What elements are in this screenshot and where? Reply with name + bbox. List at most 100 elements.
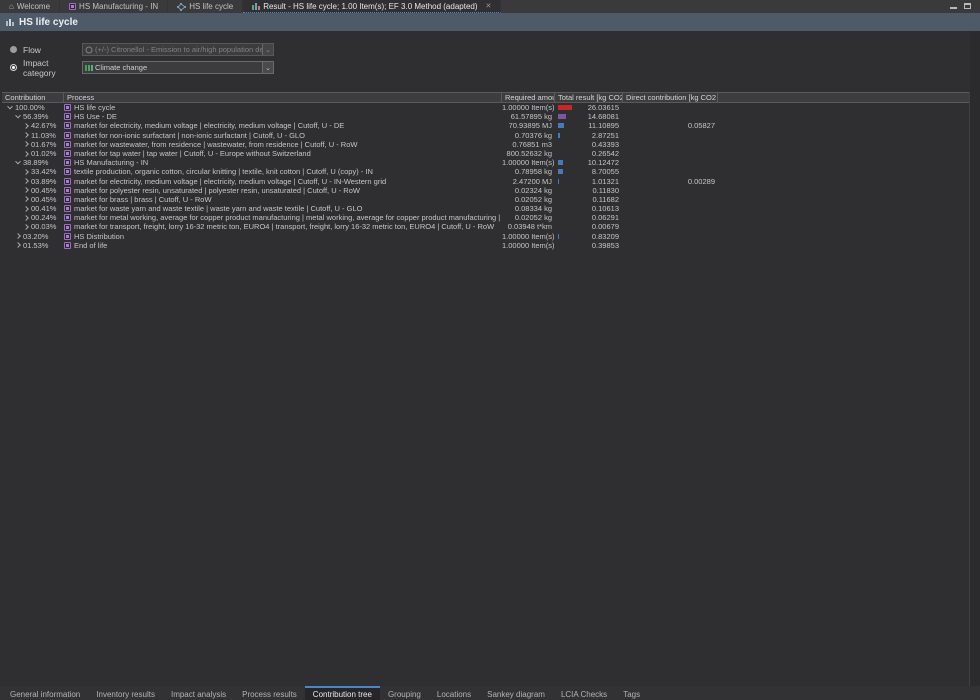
tab-welcome[interactable]: ⌂Welcome bbox=[0, 0, 60, 13]
expand-arrow-icon[interactable] bbox=[23, 215, 29, 221]
expand-arrow-icon[interactable] bbox=[23, 123, 29, 129]
contribution-percent: 33.42% bbox=[31, 167, 56, 176]
column-header-direct-contribution-kg-co2-eq[interactable]: Direct contribution [kg CO2 eq] bbox=[623, 93, 718, 102]
contribution-cell: 42.67% bbox=[2, 121, 64, 130]
expand-arrow-icon[interactable] bbox=[23, 169, 29, 175]
process-icon bbox=[64, 132, 71, 139]
total-result-value: 14.68081 bbox=[588, 112, 619, 121]
tab-hs-life-cycle[interactable]: HS life cycle bbox=[168, 0, 243, 13]
total-result-value: 0.00679 bbox=[592, 222, 619, 231]
bottom-tab-sankey-diagram[interactable]: Sankey diagram bbox=[479, 686, 553, 700]
total-result-cell: 1.01321 bbox=[555, 177, 623, 186]
tab-hs-manufacturing-in[interactable]: HS Manufacturing - IN bbox=[60, 0, 168, 13]
required-amount-cell: 2.47200 MJ bbox=[502, 177, 555, 186]
contribution-cell: 03.89% bbox=[2, 177, 64, 186]
total-result-cell: 10.12472 bbox=[555, 158, 623, 167]
table-row[interactable]: 01.53%End of life1.00000 Item(s)0.39853 bbox=[2, 241, 969, 250]
direct-contribution-cell bbox=[623, 140, 718, 149]
process-cell: HS Distribution bbox=[64, 232, 502, 241]
impact-category-combo[interactable]: Climate change ⌄ bbox=[82, 61, 274, 74]
collapse-arrow-icon[interactable] bbox=[7, 103, 13, 109]
contribution-percent: 01.67% bbox=[31, 140, 56, 149]
process-icon bbox=[64, 233, 71, 240]
process-name: HS life cycle bbox=[74, 103, 115, 112]
process-icon bbox=[64, 104, 71, 111]
bottom-tab-general-information[interactable]: General information bbox=[2, 686, 88, 700]
flow-radio[interactable] bbox=[10, 46, 17, 53]
tab-label: Welcome bbox=[17, 2, 50, 11]
expand-arrow-icon[interactable] bbox=[23, 187, 29, 193]
impact-category-radio[interactable] bbox=[10, 64, 17, 71]
expand-arrow-icon[interactable] bbox=[15, 243, 21, 249]
total-result-value: 0.11830 bbox=[592, 186, 619, 195]
direct-contribution-cell bbox=[623, 103, 718, 112]
table-row[interactable]: 01.02%market for tap water | tap water |… bbox=[2, 149, 969, 158]
process-icon bbox=[64, 150, 71, 157]
impact-category-combo-value: Climate change bbox=[93, 63, 262, 72]
process-name: market for brass | brass | Cutoff, U - R… bbox=[74, 195, 212, 204]
process-icon bbox=[64, 187, 71, 194]
column-header-total-result-kg-co2-eq[interactable]: Total result [kg CO2 eq] bbox=[555, 93, 623, 102]
bottom-tab-inventory-results[interactable]: Inventory results bbox=[88, 686, 163, 700]
collapse-arrow-icon[interactable] bbox=[15, 158, 21, 164]
impact-category-combo-arrow-icon[interactable]: ⌄ bbox=[262, 62, 273, 73]
contribution-percent: 00.45% bbox=[31, 195, 56, 204]
required-amount-cell: 1.00000 Item(s) bbox=[502, 158, 555, 167]
table-row[interactable]: 00.45% market for brass | brass | Cutoff,… bbox=[2, 195, 969, 204]
contribution-percent: 100.00% bbox=[15, 103, 45, 112]
minimize-icon[interactable] bbox=[950, 2, 957, 11]
bottom-tab-impact-analysis[interactable]: Impact analysis bbox=[163, 686, 234, 700]
table-row[interactable]: 00.03%market for transport, freight, lor… bbox=[2, 222, 969, 231]
expand-arrow-icon[interactable] bbox=[23, 132, 29, 138]
direct-contribution-cell bbox=[623, 149, 718, 158]
table-row[interactable]: 11.03%market for non-ionic surfactant | … bbox=[2, 131, 969, 140]
process-icon bbox=[64, 159, 71, 166]
table-row[interactable]: 01.67% market for wastewater, from reside… bbox=[2, 140, 969, 149]
column-header-process[interactable]: Process bbox=[64, 93, 502, 102]
required-amount-cell: 0.02052 kg bbox=[502, 213, 555, 222]
expand-arrow-icon[interactable] bbox=[23, 197, 29, 203]
table-row[interactable]: 100.00%HS life cycle1.00000 Item(s)26.03… bbox=[2, 103, 969, 112]
right-rail bbox=[970, 31, 980, 686]
expand-arrow-icon[interactable] bbox=[23, 142, 29, 148]
expand-arrow-icon[interactable] bbox=[23, 178, 29, 184]
expand-arrow-icon[interactable] bbox=[23, 224, 29, 230]
total-result-cell: 8.70055 bbox=[555, 167, 623, 176]
collapse-arrow-icon[interactable] bbox=[15, 113, 21, 119]
required-amount-cell: 0.08334 kg bbox=[502, 204, 555, 213]
table-row[interactable]: 56.39%HS Use - DE61.57895 kg14.68081 bbox=[2, 112, 969, 121]
table-row[interactable]: 03.20%HS Distribution1.00000 Item(s)0.83… bbox=[2, 232, 969, 241]
bottom-tab-process-results[interactable]: Process results bbox=[234, 686, 305, 700]
contribution-bar bbox=[558, 179, 559, 184]
contribution-percent: 00.24% bbox=[31, 213, 56, 222]
bottom-tab-tags[interactable]: Tags bbox=[615, 686, 648, 700]
total-result-cell: 0.43393 bbox=[555, 140, 623, 149]
contribution-percent: 00.45% bbox=[31, 186, 56, 195]
selection-form: Flow (+/-) Citronellol - Emission to air… bbox=[0, 31, 980, 79]
expand-arrow-icon[interactable] bbox=[15, 233, 21, 239]
contribution-cell: 00.45% bbox=[2, 186, 64, 195]
expand-arrow-icon[interactable] bbox=[23, 151, 29, 157]
table-row[interactable]: 38.89%HS Manufacturing - IN1.00000 Item(… bbox=[2, 158, 969, 167]
bottom-tab-lcia-checks[interactable]: LCIA Checks bbox=[553, 686, 615, 700]
table-row[interactable]: 00.45%market for polyester resin, unsatu… bbox=[2, 186, 969, 195]
table-row[interactable]: 42.67%market for electricity, medium vol… bbox=[2, 121, 969, 130]
bottom-tab-grouping[interactable]: Grouping bbox=[380, 686, 429, 700]
close-icon[interactable]: ✕ bbox=[486, 3, 492, 10]
table-empty-area bbox=[2, 250, 969, 686]
contribution-tree-table: ContributionProcessRequired amountTotal … bbox=[2, 92, 970, 686]
maximize-icon[interactable] bbox=[964, 2, 971, 11]
expand-arrow-icon[interactable] bbox=[23, 206, 29, 212]
table-row[interactable]: 33.42% textile production, organic cotton… bbox=[2, 167, 969, 176]
table-row[interactable]: 00.24%market for metal working, average … bbox=[2, 213, 969, 222]
bottom-tab-contribution-tree[interactable]: Contribution tree bbox=[305, 686, 380, 700]
bottom-tab-locations[interactable]: Locations bbox=[429, 686, 479, 700]
product-system-icon bbox=[177, 3, 186, 11]
column-header-required-amount[interactable]: Required amount bbox=[502, 93, 555, 102]
table-row[interactable]: 00.41%market for waste yarn and waste te… bbox=[2, 204, 969, 213]
tab-result-hs-life-cycle-1-00-item-s-ef-3-0-method-adapted[interactable]: Result - HS life cycle; 1.00 Item(s); EF… bbox=[243, 0, 501, 13]
table-row[interactable]: 03.89%market for electricity, medium vol… bbox=[2, 177, 969, 186]
column-header-contribution[interactable]: Contribution bbox=[2, 93, 64, 102]
process-cell: market for wastewater, from residence | … bbox=[64, 140, 502, 149]
process-name: textile production, organic cotton, circ… bbox=[74, 167, 373, 176]
